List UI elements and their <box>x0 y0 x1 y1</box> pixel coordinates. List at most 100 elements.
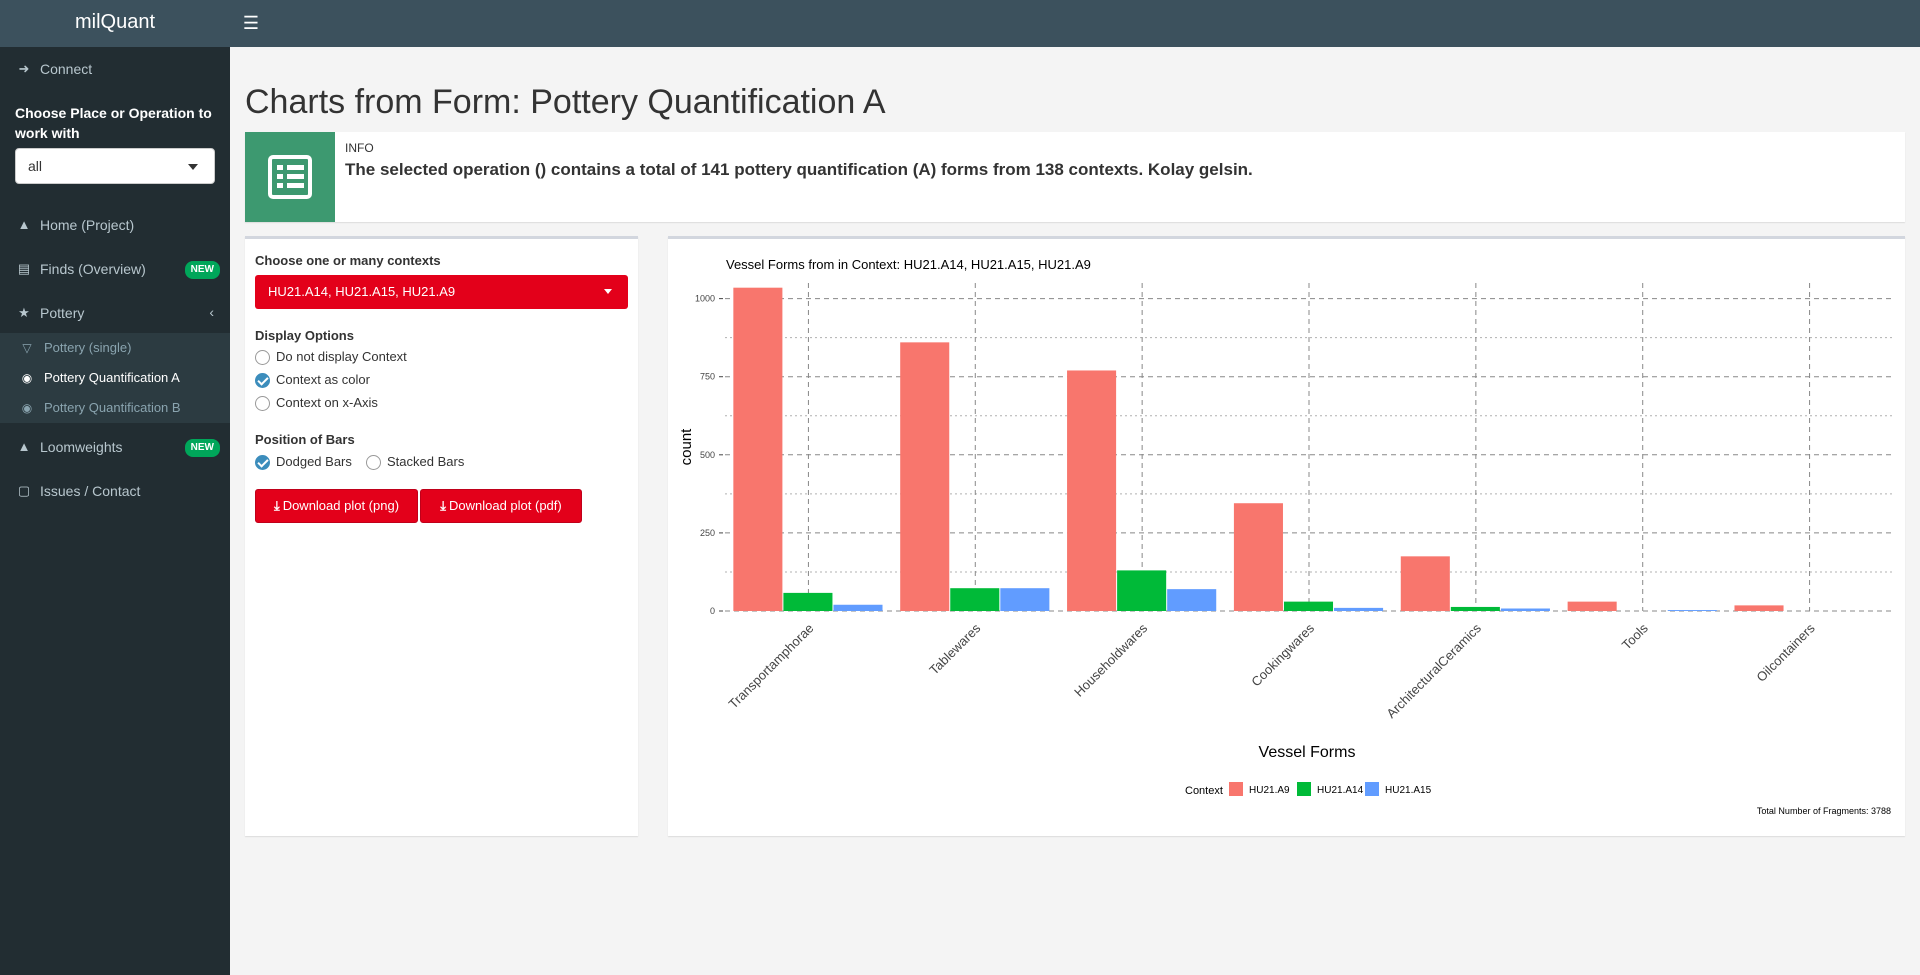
contexts-select-value: HU21.A14, HU21.A15, HU21.A9 <box>268 284 456 299</box>
x-tick-label: Tools <box>1619 620 1651 652</box>
new-badge: NEW <box>184 439 220 457</box>
legend-title: Context <box>1185 785 1223 797</box>
legend-swatch <box>1365 782 1379 796</box>
display-options-label: Display Options <box>255 328 354 343</box>
x-tick-label: Cookingwares <box>1248 620 1317 689</box>
legend-label: HU21.A15 <box>1385 785 1432 796</box>
sidebar-subitem-label: Pottery Quantification B <box>44 400 181 415</box>
radio-circle <box>255 396 270 411</box>
download-png-button[interactable]: ⤓ Download plot (png) <box>255 489 418 523</box>
download-pdf-button[interactable]: ⤓ Download plot (pdf) <box>420 489 582 523</box>
bar-hu21-a14 <box>783 592 833 611</box>
sidebar-item-connect[interactable]: ➜ Connect <box>0 49 230 89</box>
info-icon-box <box>245 132 335 222</box>
sidebar-item-label: Issues / Contact <box>40 483 141 499</box>
legend-swatch <box>1297 782 1311 796</box>
page-title: Charts from Form: Pottery Quantification… <box>245 83 886 121</box>
vessel-forms-chart: 0 250 500 750 1000 Transportamphorae Tableware… <box>678 257 1893 816</box>
info-box: INFO The selected operation () contains … <box>245 132 1905 222</box>
sign-in-icon: ➜ <box>18 61 30 76</box>
radio-label: Stacked Bars <box>387 454 465 469</box>
radio-circle <box>366 455 381 470</box>
chevron-down-icon <box>188 164 198 170</box>
list-alt-icon <box>268 155 312 199</box>
radio-label: Dodged Bars <box>276 454 352 469</box>
contexts-select[interactable]: HU21.A14, HU21.A15, HU21.A9 <box>255 275 628 309</box>
x-axis-label: Vessel Forms <box>1259 744 1356 761</box>
sidebar-subitem-label: Pottery Quantification A <box>44 370 180 385</box>
bar-hu21-a15 <box>1167 589 1217 611</box>
wine-glass-icon: ▽ <box>22 341 32 355</box>
graduation-cap-icon: ▲ <box>17 217 31 232</box>
x-tick-label: Tablewares <box>926 620 983 677</box>
radio-circle <box>255 350 270 365</box>
glasses-icon: ◉ <box>21 371 33 385</box>
app-logo[interactable]: milQuant <box>0 0 230 47</box>
x-tick-label: Transportamphorae <box>726 621 817 712</box>
contexts-label: Choose one or many contexts <box>255 253 441 268</box>
radio-circle <box>255 373 270 388</box>
sidebar-subitem-quantification-b[interactable]: ◉ Pottery Quantification B <box>0 393 230 423</box>
radio-label: Context on x-Axis <box>276 395 378 410</box>
sidebar-subitem-label: Pottery (single) <box>44 340 132 355</box>
sidebar-item-home[interactable]: ▲ Home (Project) <box>0 205 230 245</box>
bar-hu21-a14 <box>1283 601 1334 611</box>
trophy-icon: ★ <box>18 305 30 320</box>
bar-hu21-a9 <box>1067 370 1117 611</box>
bar-hu21-a15 <box>833 604 883 611</box>
bar-hu21-a9 <box>1567 601 1617 611</box>
bar-hu21-a9 <box>1400 556 1450 611</box>
glasses-icon: ◉ <box>21 401 33 415</box>
download-icon: ⤓ <box>273 498 280 513</box>
bar-hu21-a9 <box>733 287 783 611</box>
download-icon: ⤓ <box>440 498 446 513</box>
info-text: The selected operation () contains a tot… <box>345 160 1253 179</box>
file-icon: ▢ <box>17 483 31 498</box>
bar-hu21-a14 <box>950 588 1000 611</box>
chart-title: Vessel Forms from in Context: HU21.A14, … <box>726 257 1091 272</box>
y-tick-label: 1000 <box>695 294 715 304</box>
new-badge: NEW <box>184 261 220 279</box>
sidebar-subitem-quantification-a[interactable]: ◉ Pottery Quantification A <box>0 363 230 393</box>
x-tick-label: ArchitecturalCeramics <box>1383 620 1484 721</box>
bar-hu21-a9 <box>1734 605 1784 611</box>
info-title: INFO <box>345 141 374 155</box>
bar-hu21-a14 <box>1450 606 1500 611</box>
place-select[interactable]: all <box>15 148 215 184</box>
radio-label: Context as color <box>276 372 370 387</box>
legend-label: HU21.A9 <box>1249 785 1290 796</box>
y-tick-label: 250 <box>700 528 715 538</box>
place-select-value: all <box>28 158 43 174</box>
hamburger-icon[interactable]: ☰ <box>240 12 262 34</box>
sidebar-item-pottery[interactable]: ★ Pottery ‹ <box>0 293 230 333</box>
download-pdf-label: Download plot (pdf) <box>449 498 562 513</box>
y-tick-label: 0 <box>710 606 715 616</box>
bars-position-label: Position of Bars <box>255 432 355 447</box>
weight-icon: ▲ <box>17 439 31 454</box>
bar-hu21-a15 <box>1667 610 1717 611</box>
sidebar-item-loomweights[interactable]: ▲ Loomweights NEW <box>0 427 230 467</box>
chevron-down-icon <box>604 289 612 294</box>
y-axis-label: count <box>678 428 695 466</box>
y-tick-label: 750 <box>700 372 715 382</box>
sidebar-item-label: Connect <box>40 61 93 77</box>
radio-label: Do not display Context <box>276 349 407 364</box>
bar-hu21-a15 <box>1000 588 1050 611</box>
bar-chart-icon: ▤ <box>17 261 31 276</box>
sidebar-item-label: Pottery <box>40 305 85 321</box>
sidebar-subitem-pottery-single[interactable]: ▽ Pottery (single) <box>0 333 230 363</box>
chevron-left-icon: ‹ <box>209 304 214 320</box>
chart-panel: 0 250 500 750 1000 Transportamphorae Tableware… <box>668 236 1905 836</box>
y-tick-label: 500 <box>700 450 715 460</box>
top-navbar: milQuant ☰ <box>0 0 1920 47</box>
download-png-label: Download plot (png) <box>282 498 400 513</box>
bar-hu21-a9 <box>1233 503 1283 611</box>
sidebar-item-finds[interactable]: ▤ Finds (Overview) NEW <box>0 249 230 289</box>
sidebar-item-label: Loomweights <box>40 439 123 455</box>
pottery-submenu: ▽ Pottery (single) ◉ Pottery Quantificat… <box>0 333 230 423</box>
chart-caption: Total Number of Fragments: 3788 <box>1757 806 1891 816</box>
x-tick-label: Householdwares <box>1071 620 1150 699</box>
sidebar-item-issues[interactable]: ▢ Issues / Contact <box>0 471 230 511</box>
legend-label: HU21.A14 <box>1317 785 1364 796</box>
radio-circle <box>255 455 270 470</box>
